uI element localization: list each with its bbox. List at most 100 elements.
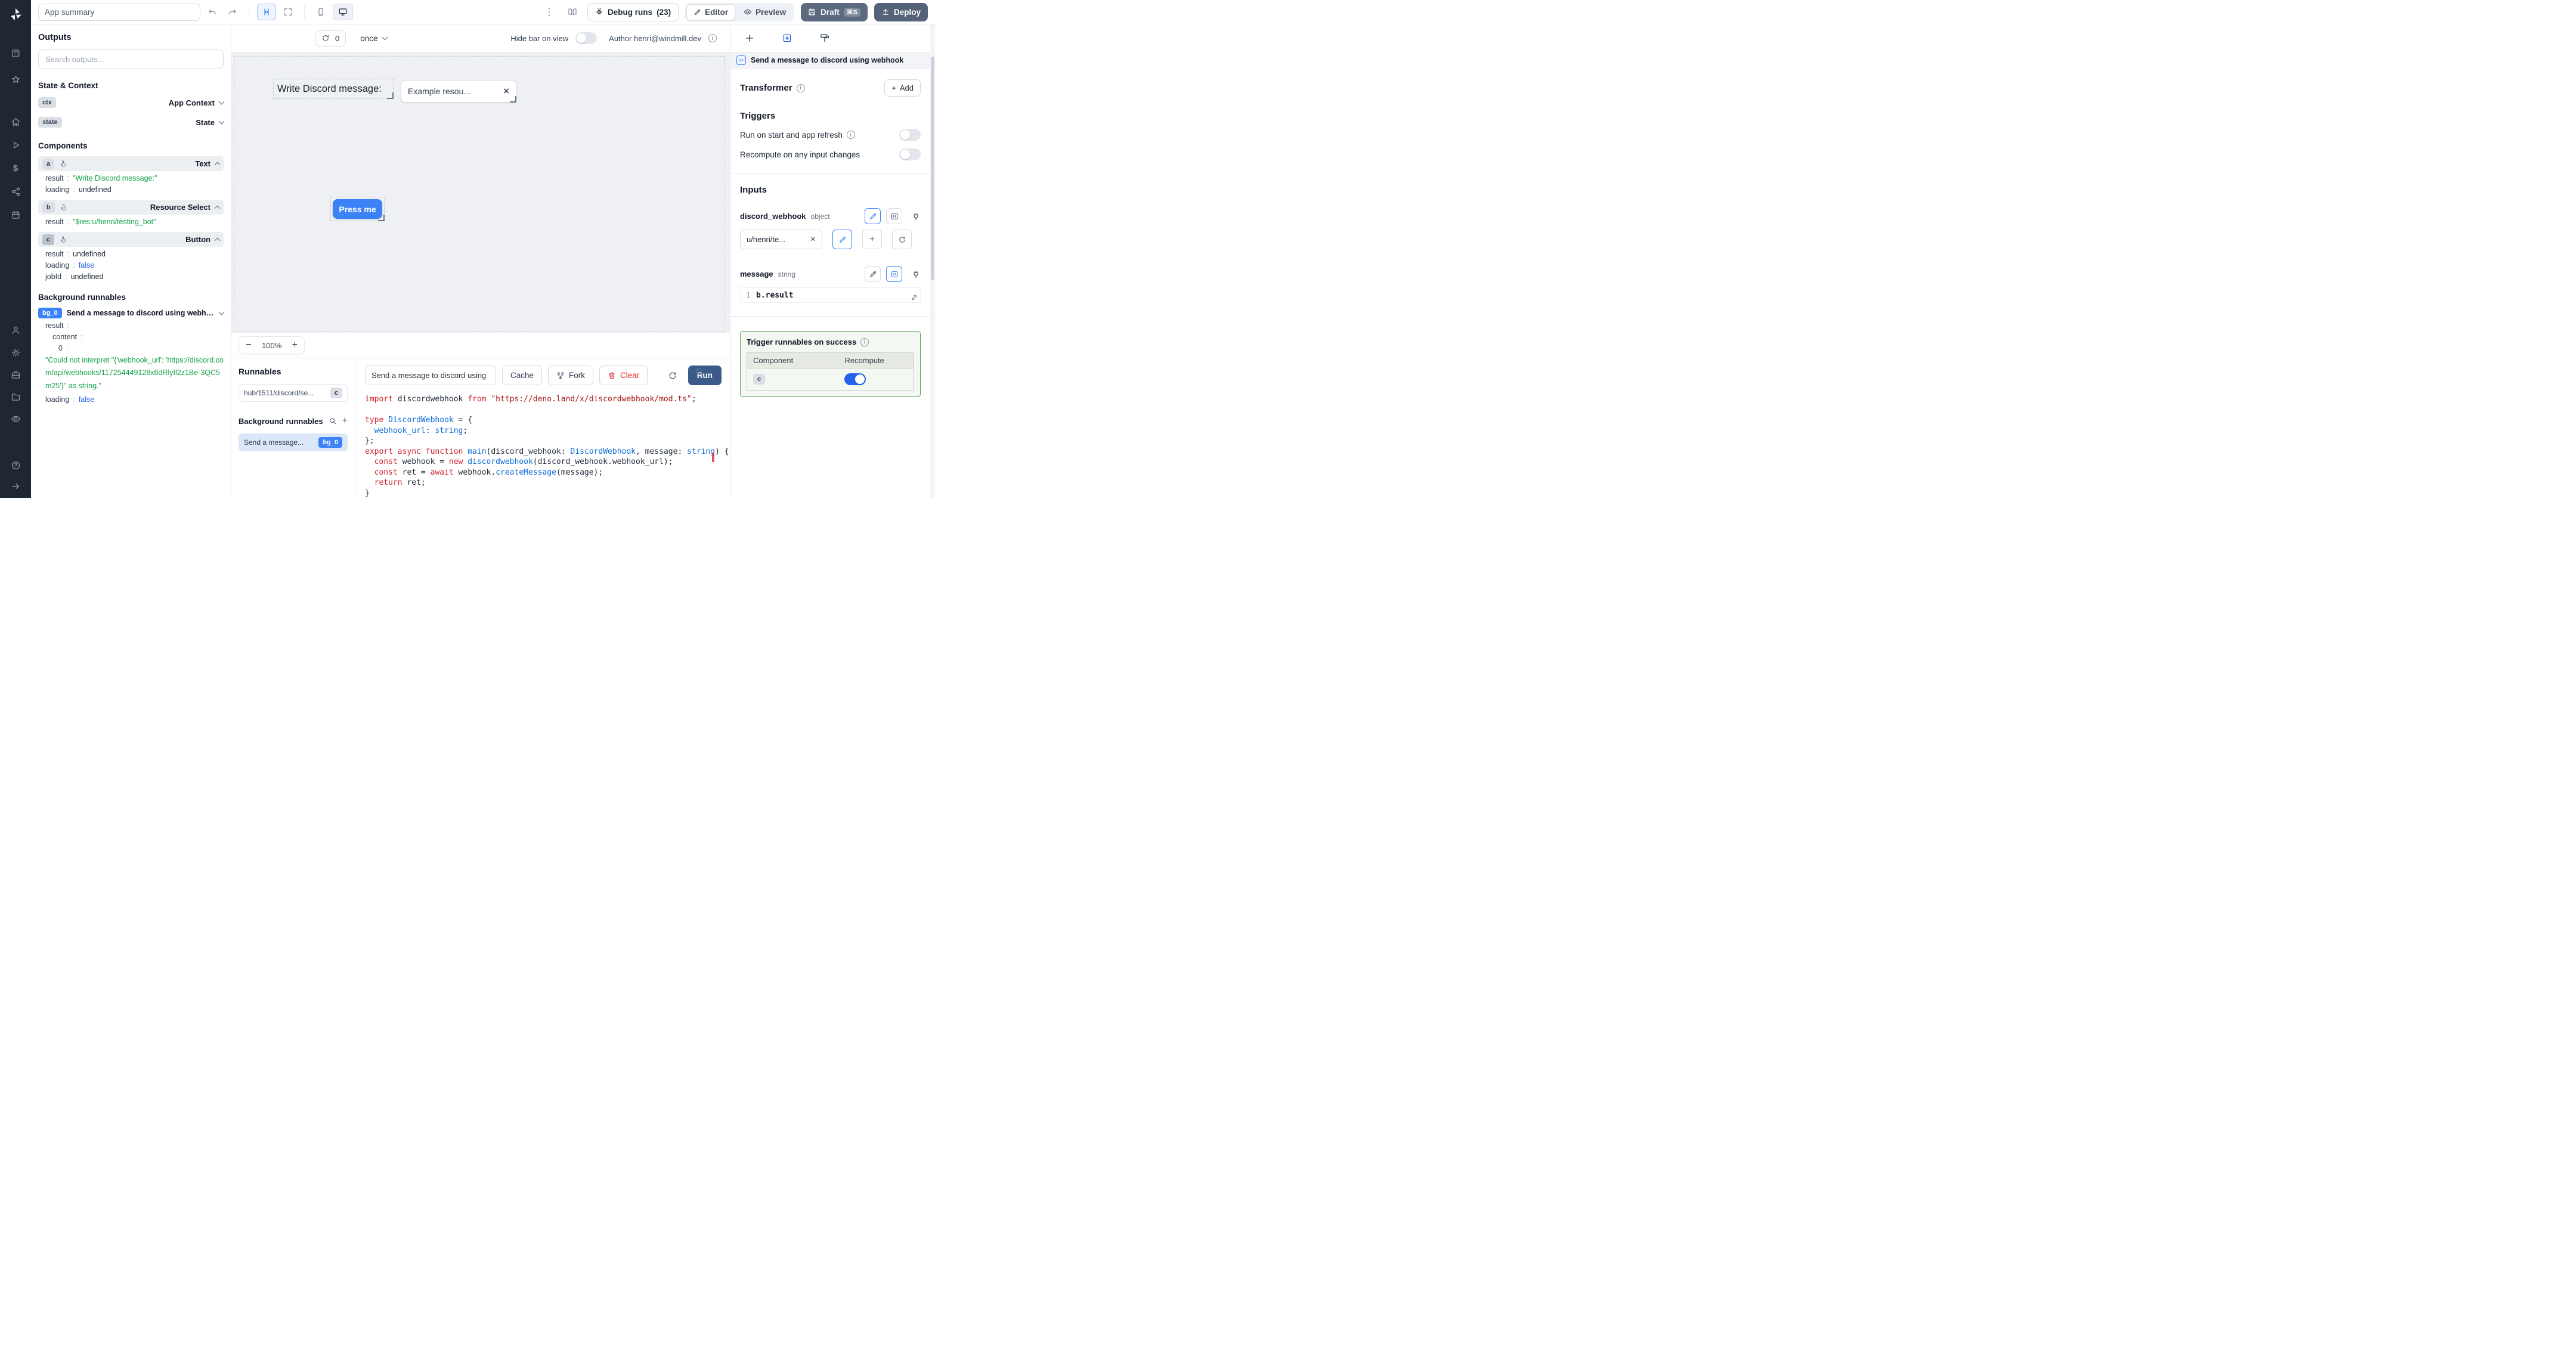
clear-button[interactable]: Clear [599, 366, 648, 385]
audit-eye-icon[interactable] [7, 410, 24, 427]
eye-icon [744, 8, 752, 16]
code-editor[interactable]: import discordwebhook from "https://deno… [365, 394, 729, 498]
press-me-button[interactable]: Press me [333, 199, 382, 219]
runs-play-icon[interactable] [7, 137, 24, 153]
component-a-header[interactable]: a Text [38, 156, 224, 171]
mobile-view-button[interactable] [312, 4, 329, 20]
workers-toolbox-icon[interactable] [7, 366, 24, 383]
search-outputs-input[interactable] [38, 49, 224, 69]
trash-icon [609, 372, 615, 379]
info-icon[interactable] [796, 83, 805, 92]
settings-gear-icon[interactable] [7, 344, 24, 361]
info-icon[interactable] [708, 34, 717, 42]
desktop-view-button[interactable] [333, 4, 353, 20]
dynamic-input-mode-button[interactable] [886, 208, 902, 224]
tab-preview[interactable]: Preview [736, 4, 793, 20]
inspector-toolbar [730, 24, 930, 52]
expand-editor-icon[interactable] [911, 294, 918, 301]
app-canvas[interactable]: Write Discord message: Example resou... … [231, 52, 730, 333]
state-row[interactable]: state State [38, 115, 225, 129]
fork-button[interactable]: Fork [548, 366, 594, 385]
info-icon[interactable] [860, 337, 869, 346]
home-icon[interactable] [7, 113, 24, 130]
debug-runs-label: Debug runs [608, 7, 653, 17]
recompute-counter-button[interactable]: 0 [315, 30, 346, 47]
cache-button[interactable]: Cache [502, 366, 543, 385]
collapse-arrow-icon[interactable] [7, 478, 24, 494]
recompute-on-change-toggle[interactable] [899, 148, 921, 160]
zoom-in-button[interactable]: + [285, 337, 304, 354]
favorites-star-icon[interactable] [7, 71, 24, 88]
clear-selection-icon[interactable]: × [503, 85, 509, 97]
add-background-runnable-button[interactable]: + [342, 416, 348, 426]
docs-book-icon[interactable] [564, 4, 581, 20]
deploy-button[interactable]: Deploy [874, 2, 928, 21]
user-icon[interactable] [7, 321, 24, 338]
connect-input-plug-icon[interactable] [911, 270, 921, 279]
scrollbar-track[interactable] [930, 24, 935, 498]
variables-dollar-icon[interactable]: $ [7, 160, 24, 176]
editor-label: Editor [705, 7, 729, 17]
background-runnable-item[interactable]: Send a message... bg_0 [239, 433, 348, 451]
clear-resource-icon[interactable]: × [810, 234, 816, 245]
tab-editor[interactable]: Editor [686, 4, 736, 20]
add-transformer-button[interactable]: + Add [884, 79, 921, 97]
chevron-down-icon [218, 98, 225, 105]
windmill-logo[interactable] [7, 5, 24, 23]
outputs-title: Outputs [38, 33, 72, 42]
component-settings-tab[interactable] [768, 24, 806, 52]
undo-button[interactable] [204, 4, 221, 20]
text-component[interactable]: Write Discord message: [273, 79, 394, 99]
runnables-panel: Runnables hub/1511/discord/se... c Backg… [231, 358, 355, 498]
bg-runnable-output-header[interactable]: bg_0 Send a message to discord using web… [38, 308, 225, 318]
pencil-icon [839, 236, 846, 243]
search-icon[interactable] [329, 417, 337, 425]
zoom-out-button[interactable]: − [239, 337, 258, 354]
ctx-row[interactable]: ctx App Context [38, 95, 225, 110]
apps-icon[interactable] [7, 45, 24, 61]
schedule-dropdown[interactable]: once [360, 34, 388, 43]
scrollbar-thumb[interactable] [931, 57, 934, 280]
message-expression-editor[interactable]: 1 b.result [740, 287, 921, 303]
insert-component-tab[interactable] [730, 24, 768, 52]
run-on-start-toggle[interactable] [899, 129, 921, 141]
app-summary-input[interactable] [38, 3, 200, 21]
text-component-value: Write Discord message: [277, 83, 382, 94]
schedules-calendar-icon[interactable] [7, 206, 24, 223]
component-b-header[interactable]: b Resource Select [38, 200, 224, 215]
component-b-badge: b [42, 202, 55, 213]
refresh-script-icon[interactable] [668, 371, 677, 380]
run-button[interactable]: Run [688, 366, 722, 385]
canvas-toolbar: 0 once Hide bar on view Author henri@win… [231, 24, 730, 52]
component-b-type: Resource Select [150, 203, 210, 212]
refresh-resource-button[interactable] [892, 230, 912, 249]
connect-input-plug-icon[interactable] [911, 212, 921, 221]
runnable-item[interactable]: hub/1511/discord/se... c [239, 384, 348, 402]
copy-code-icon[interactable] [695, 367, 704, 376]
dynamic-input-mode-button[interactable] [886, 266, 902, 282]
button-component[interactable]: Press me [330, 197, 385, 221]
resource-picker-input[interactable]: u/henri/te... × [740, 230, 822, 249]
static-input-mode-button[interactable] [865, 208, 881, 224]
hide-bar-toggle[interactable] [575, 32, 597, 44]
folders-icon[interactable] [7, 388, 24, 405]
fullscreen-button[interactable] [280, 4, 296, 20]
script-name-input[interactable] [365, 366, 496, 385]
more-menu-button[interactable]: ⋮ [541, 4, 558, 20]
draft-button[interactable]: Draft ⌘S [801, 2, 868, 21]
help-icon[interactable] [7, 457, 24, 473]
edit-resource-button[interactable] [832, 230, 852, 249]
add-resource-button[interactable]: + [862, 230, 882, 249]
static-input-mode-button[interactable] [865, 266, 881, 282]
info-icon[interactable] [846, 131, 855, 139]
code-line: } [365, 488, 370, 498]
styling-tab[interactable] [806, 24, 843, 52]
code-icon [891, 213, 897, 219]
component-align-button[interactable] [257, 4, 276, 20]
resources-flow-icon[interactable] [7, 183, 24, 200]
debug-runs-button[interactable]: Debug runs (23) [587, 2, 679, 21]
redo-button[interactable] [224, 4, 241, 20]
recompute-c-toggle[interactable] [844, 373, 866, 385]
resource-select-component[interactable]: Example resou... × [401, 80, 516, 103]
component-c-header[interactable]: c Button [38, 232, 224, 247]
